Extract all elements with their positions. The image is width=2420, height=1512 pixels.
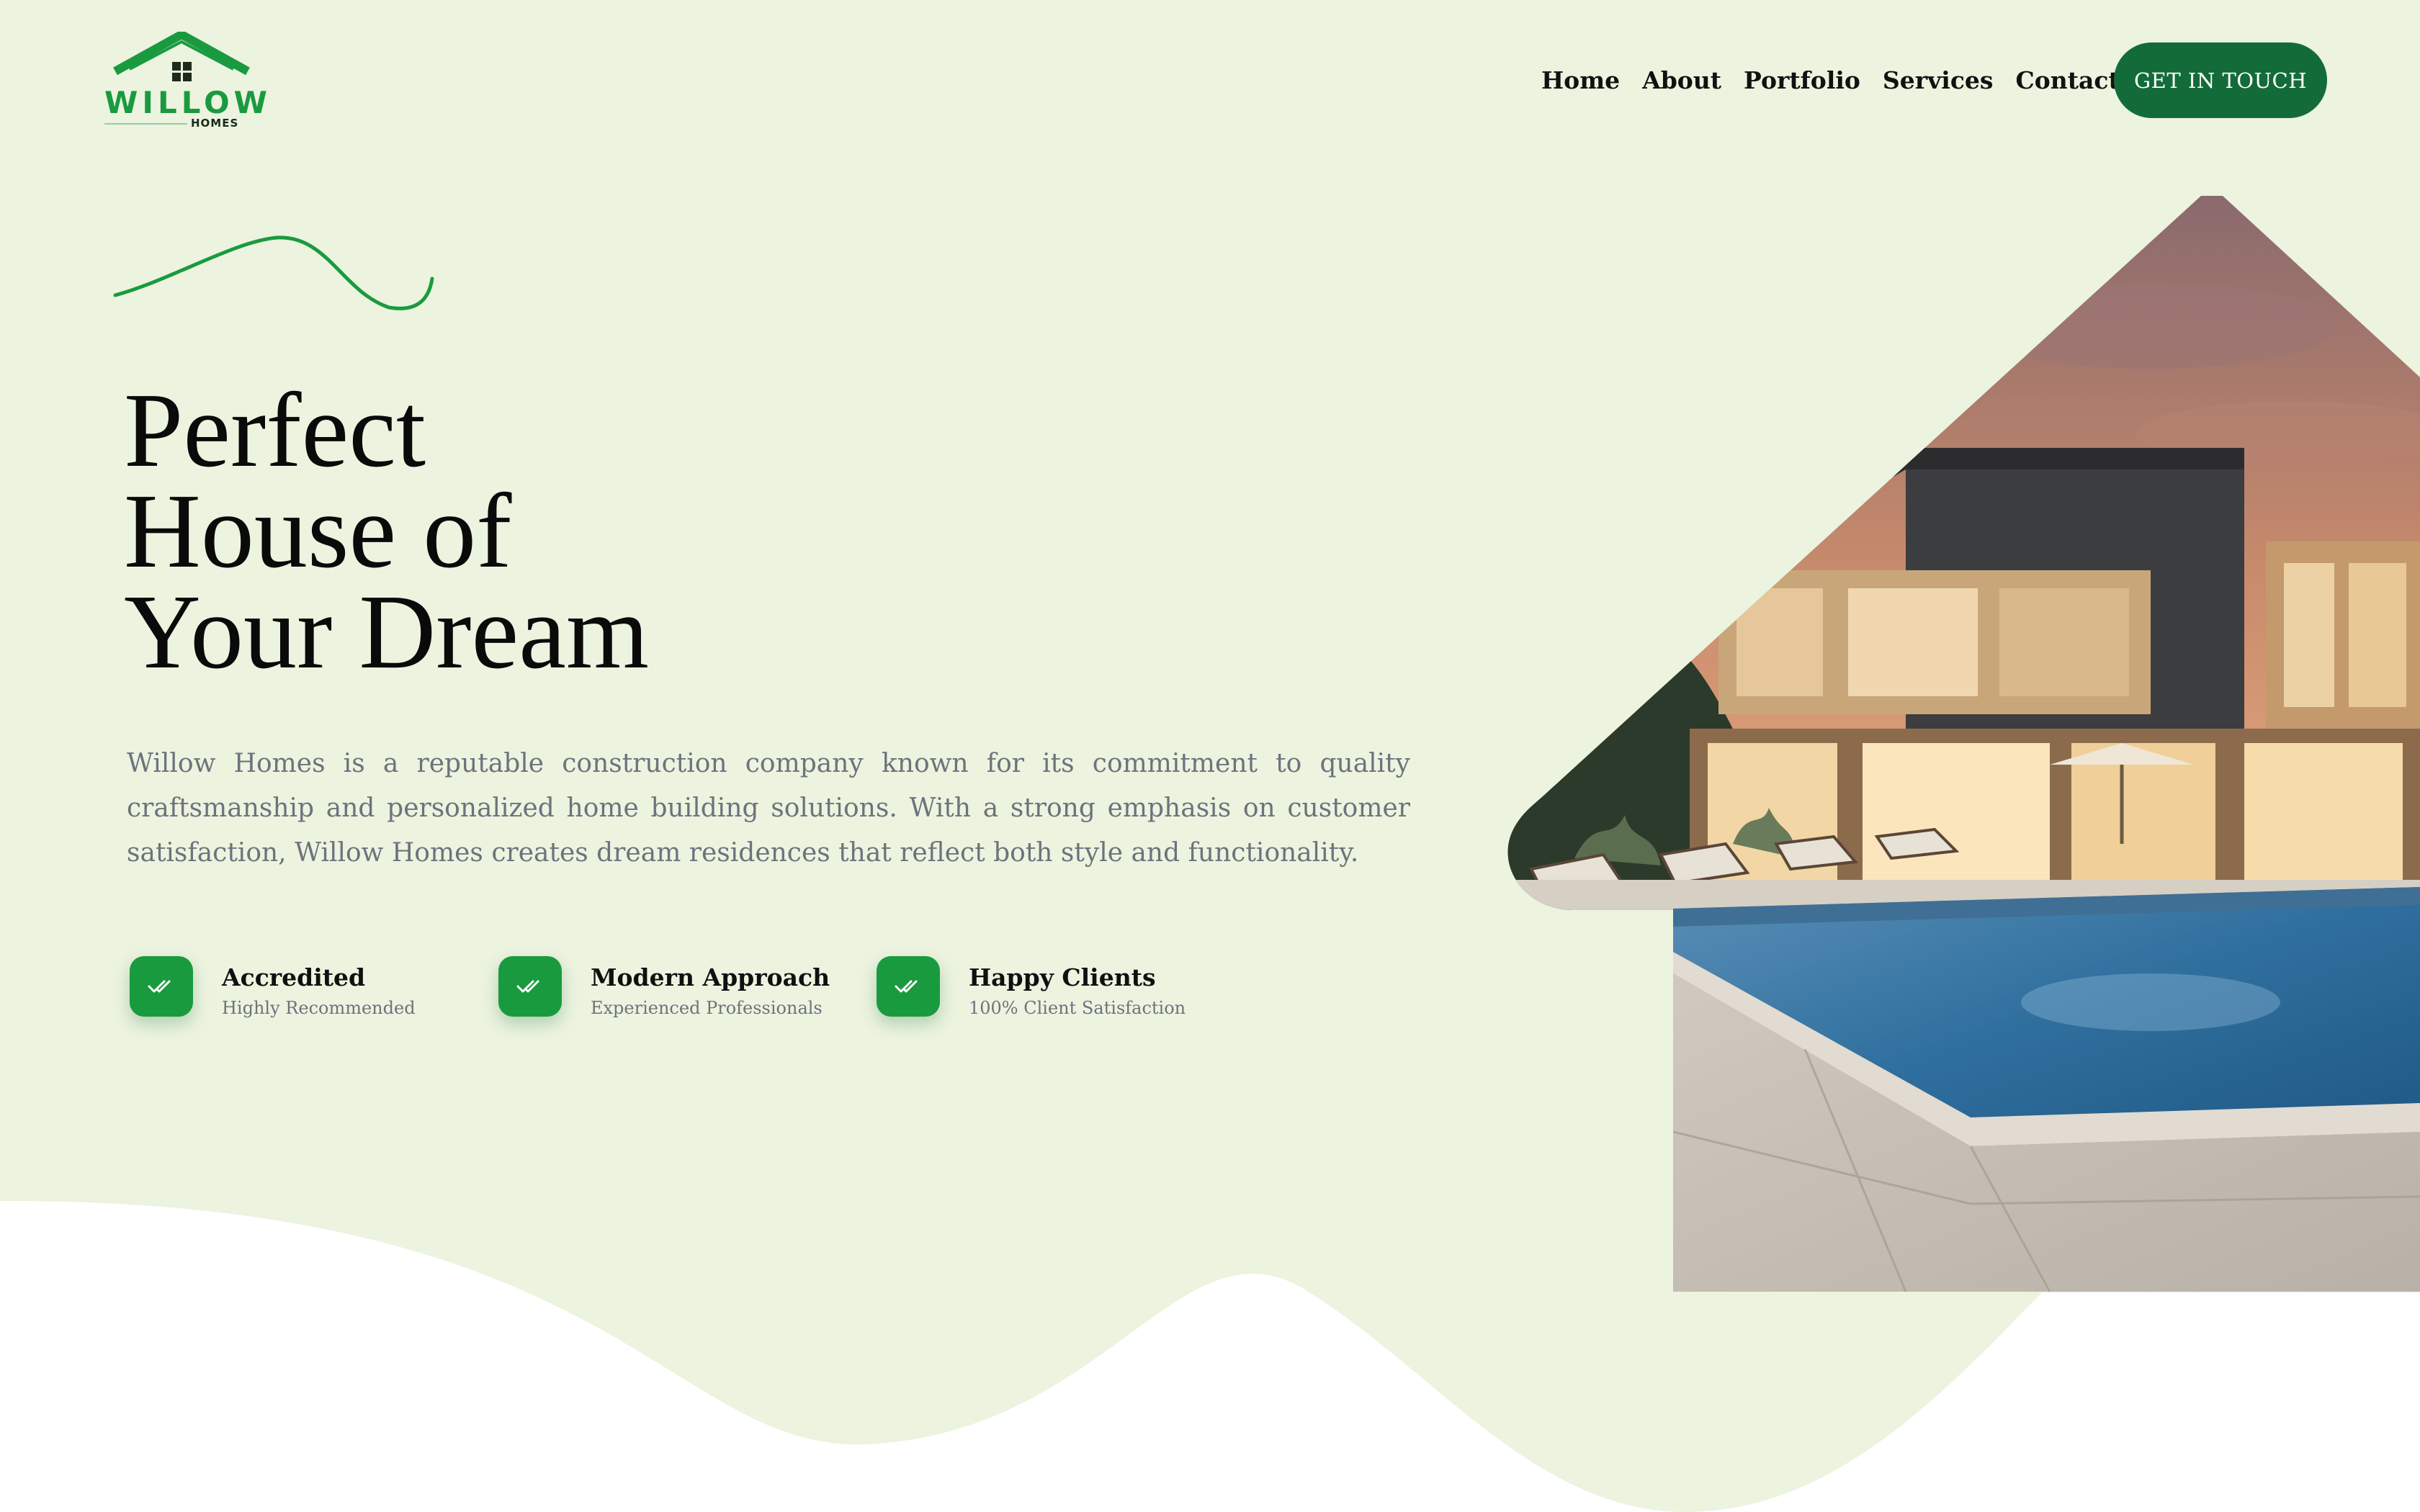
brand-subtitle: HOMES [191, 117, 239, 130]
modern-house-pool-photo [1507, 196, 2420, 1292]
hero-title-line: Perfect [124, 372, 426, 490]
hero-title: Perfect House of Your Dream [124, 372, 650, 691]
feature-title: Modern Approach [591, 963, 830, 991]
feature-subtitle: 100% Client Satisfaction [969, 998, 1186, 1018]
double-check-icon [148, 980, 171, 993]
feature-subtitle: Experienced Professionals [591, 998, 823, 1018]
feature-title: Happy Clients [969, 963, 1156, 991]
double-check-icon [895, 980, 918, 993]
hero-title-line: Your Dream [124, 573, 650, 691]
decorative-wave-line [113, 235, 434, 310]
nav-home[interactable]: Home [1541, 63, 1620, 98]
site-header: WILLOW HOMES Home About Portfolio Servic… [0, 0, 2420, 166]
logo-underline [104, 123, 187, 125]
feature-subtitle: Highly Recommended [222, 998, 416, 1018]
house-logo-icon [113, 32, 250, 81]
brand-logo[interactable]: WILLOW HOMES [104, 32, 272, 132]
nav-services[interactable]: Services [1883, 63, 1994, 98]
feature-badge [877, 956, 940, 1017]
hero-description: Willow Homes is a reputable construction… [127, 749, 1410, 868]
main-nav: Home About Portfolio Services Contact [1541, 63, 2120, 98]
get-in-touch-button[interactable]: GET IN TOUCH [2114, 42, 2327, 118]
double-check-icon [516, 980, 539, 993]
feature-badge [498, 956, 562, 1017]
feature-badge [130, 956, 193, 1017]
nav-portfolio[interactable]: Portfolio [1744, 63, 1860, 98]
nav-about[interactable]: About [1642, 63, 1721, 98]
brand-name: WILLOW [104, 85, 272, 120]
feature-title: Accredited [222, 963, 366, 991]
nav-contact[interactable]: Contact [2016, 63, 2120, 98]
hero-title-line: House of [124, 472, 512, 590]
